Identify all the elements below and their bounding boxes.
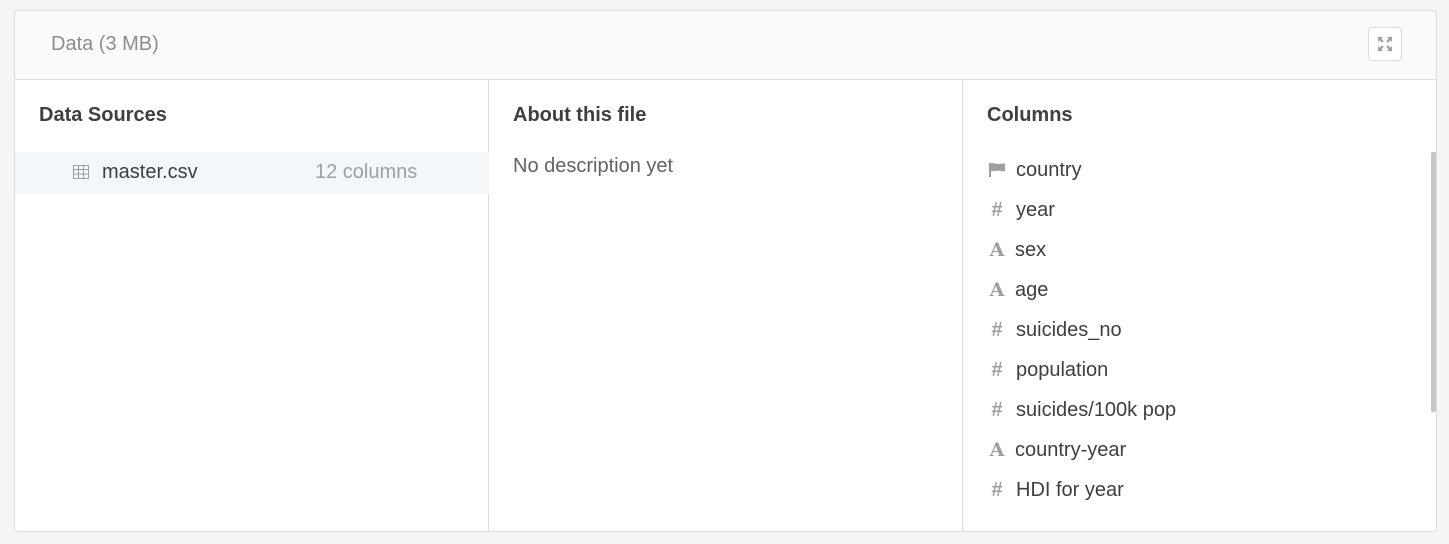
about-file-section: About this file No description yet [489, 80, 963, 531]
table-icon [73, 165, 89, 179]
expand-icon [1378, 37, 1392, 51]
column-item-age[interactable]: A age [987, 270, 1176, 310]
numeric-type-icon: # [991, 478, 1003, 501]
column-name: suicides_no [1016, 318, 1122, 341]
column-name: sex [1015, 238, 1047, 261]
column-name: HDI for year [1016, 478, 1124, 501]
column-item-sex[interactable]: A sex [987, 230, 1176, 270]
about-file-title: About this file [513, 104, 647, 126]
column-list: country # year A sex A age # suicides_no [987, 150, 1176, 510]
column-name: year [1016, 198, 1055, 221]
text-type-icon: A [989, 439, 1005, 461]
numeric-type-icon: # [991, 398, 1003, 421]
file-description: No description yet [513, 155, 674, 177]
columns-section: Columns country # year A sex A age # sui… [963, 80, 1436, 531]
column-item-suicides-100k-pop[interactable]: # suicides/100k pop [987, 390, 1176, 430]
data-sources-section: Data Sources master.csv 12 columns [15, 80, 489, 531]
data-panel: Data (3 MB) Data Sources master.csv 12 c… [14, 10, 1437, 532]
data-sources-title: Data Sources [39, 104, 167, 126]
numeric-type-icon: # [991, 358, 1003, 381]
source-item-master-csv[interactable]: master.csv 12 columns [15, 152, 489, 194]
numeric-type-icon: # [991, 318, 1003, 341]
column-name: population [1016, 358, 1109, 381]
source-name: master.csv [102, 161, 198, 183]
column-name: age [1015, 278, 1049, 301]
column-name: country [1016, 158, 1082, 181]
column-item-country[interactable]: country [987, 150, 1176, 190]
panel-body: Data Sources master.csv 12 columns About… [15, 80, 1436, 531]
text-type-icon: A [989, 239, 1005, 261]
column-name: suicides/100k pop [1016, 398, 1177, 421]
flag-icon [987, 162, 1007, 178]
column-item-population[interactable]: # population [987, 350, 1176, 390]
column-item-country-year[interactable]: A country-year [987, 430, 1176, 470]
column-item-suicides-no[interactable]: # suicides_no [987, 310, 1176, 350]
columns-title: Columns [987, 104, 1073, 126]
columns-scrollbar[interactable] [1431, 152, 1436, 412]
column-item-year[interactable]: # year [987, 190, 1176, 230]
text-type-icon: A [989, 279, 1005, 301]
expand-button[interactable] [1368, 27, 1402, 61]
source-column-count: 12 columns [315, 161, 418, 183]
panel-header: Data (3 MB) [15, 11, 1436, 80]
panel-title: Data (3 MB) [51, 33, 159, 55]
column-name: country-year [1015, 438, 1127, 461]
column-item-hdi-for-year[interactable]: # HDI for year [987, 470, 1176, 510]
numeric-type-icon: # [991, 198, 1003, 221]
